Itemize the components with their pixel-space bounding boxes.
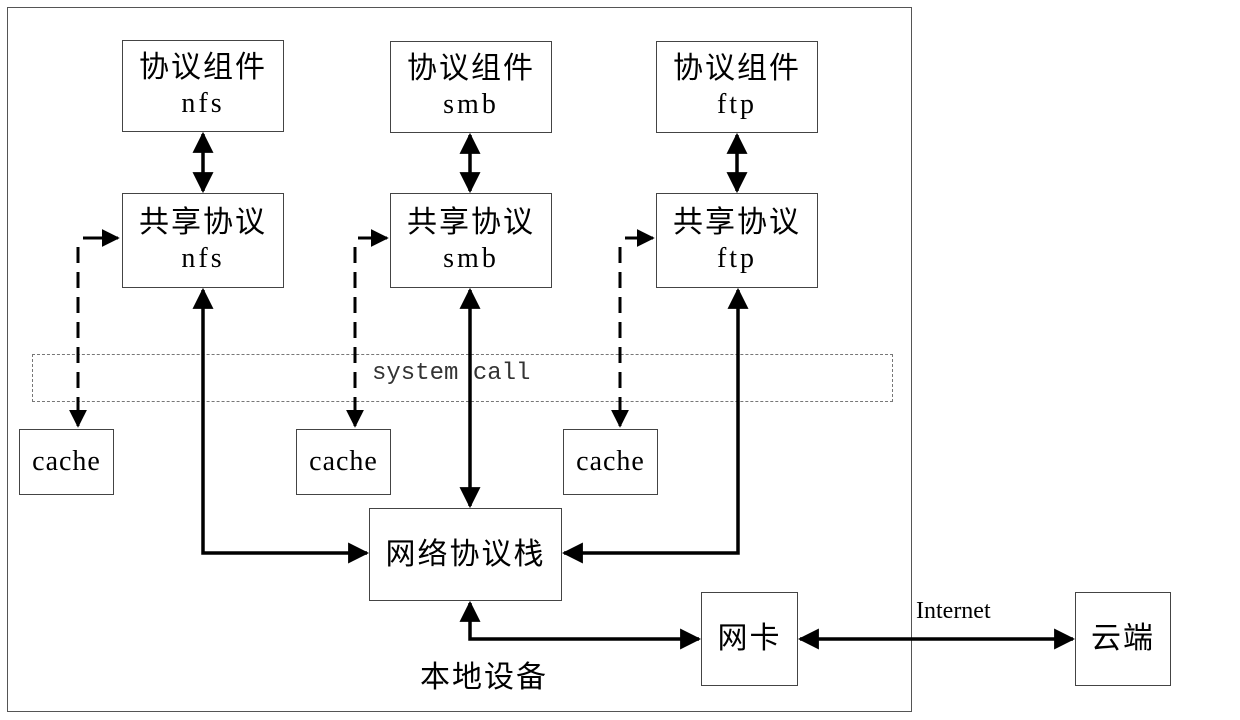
arrow-shared-ftp-network bbox=[561, 287, 749, 564]
arrow-shared-nfs-network bbox=[192, 287, 370, 564]
arrow-network-nic bbox=[459, 600, 702, 650]
connector-layer bbox=[69, 131, 1076, 650]
